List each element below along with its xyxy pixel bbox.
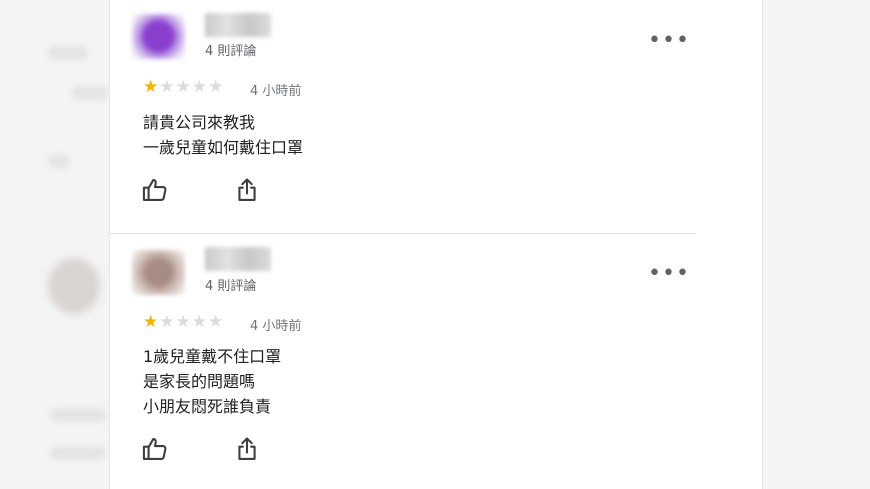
reviews-card: 4 則評論 ••• ★★★★★ 4 小時前 請貴公司來教我 一歲兒童如何戴住口罩	[109, 0, 763, 489]
blurred-background-text	[50, 408, 106, 422]
review-text: 1歲兒童戴不住口罩 是家長的問題嗎 小朋友悶死誰負責	[143, 344, 281, 419]
star-empty-icon: ★	[208, 312, 225, 332]
star-empty-icon: ★	[159, 77, 176, 97]
thumbs-up-icon	[142, 179, 167, 201]
reviewer-name-blurred[interactable]	[205, 247, 271, 271]
blurred-background-text	[48, 46, 88, 60]
star-empty-icon: ★	[175, 77, 192, 97]
star-filled-icon: ★	[143, 312, 160, 332]
thumbs-up-icon	[142, 438, 167, 460]
more-horizontal-icon[interactable]: •••	[648, 30, 690, 52]
share-button[interactable]	[233, 435, 261, 463]
avatar[interactable]	[132, 250, 185, 295]
avatar[interactable]	[132, 14, 185, 59]
share-icon	[238, 437, 256, 460]
blurred-background-text	[50, 446, 106, 460]
review-time: 4 小時前	[250, 84, 302, 99]
star-rating: ★★★★★	[143, 312, 224, 332]
reviewer-review-count: 4 則評論	[205, 44, 257, 59]
blurred-background-avatar	[48, 258, 100, 314]
more-horizontal-icon[interactable]: •••	[648, 263, 690, 285]
star-empty-icon: ★	[208, 77, 225, 97]
share-icon	[238, 178, 256, 201]
blurred-background-text	[72, 86, 108, 100]
blurred-background-text	[48, 154, 70, 168]
review-text-line: 一歲兒童如何戴住口罩	[143, 138, 304, 157]
star-empty-icon: ★	[191, 77, 208, 97]
star-filled-icon: ★	[143, 77, 160, 97]
share-button[interactable]	[233, 176, 261, 204]
review-item: 4 則評論 ••• ★★★★★ 4 小時前 1歲兒童戴不住口罩 是家長的問題嗎 …	[110, 234, 762, 489]
star-empty-icon: ★	[191, 312, 208, 332]
star-rating: ★★★★★	[143, 77, 224, 97]
star-empty-icon: ★	[175, 312, 192, 332]
like-button[interactable]	[141, 435, 169, 463]
reviewer-review-count: 4 則評論	[205, 279, 257, 294]
review-text-line: 小朋友悶死誰負責	[143, 397, 272, 416]
review-time: 4 小時前	[250, 319, 302, 334]
review-item: 4 則評論 ••• ★★★★★ 4 小時前 請貴公司來教我 一歲兒童如何戴住口罩	[110, 0, 762, 233]
reviewer-name-blurred[interactable]	[205, 13, 271, 37]
like-button[interactable]	[141, 176, 169, 204]
review-text: 請貴公司來教我 一歲兒童如何戴住口罩	[143, 110, 303, 160]
review-text-line: 是家長的問題嗎	[143, 372, 256, 391]
star-empty-icon: ★	[159, 312, 176, 332]
review-text-line: 請貴公司來教我	[143, 113, 256, 132]
review-text-line: 1歲兒童戴不住口罩	[143, 347, 282, 366]
